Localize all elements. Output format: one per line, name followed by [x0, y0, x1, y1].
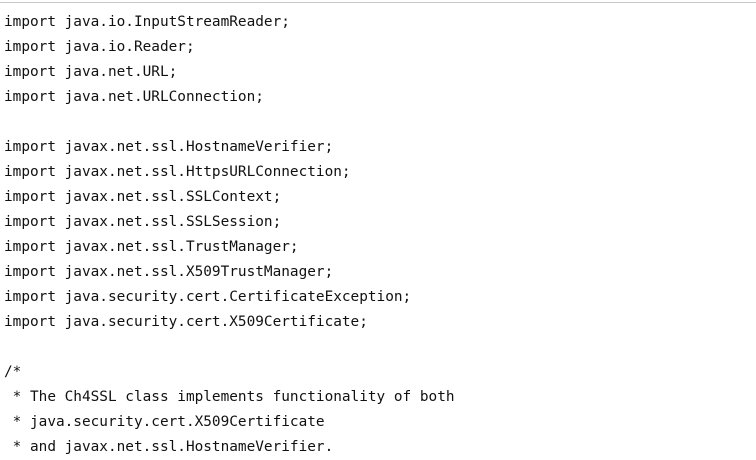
code-line: import java.io.Reader;	[4, 39, 195, 55]
code-line: * and javax.net.ssl.HostnameVerifier.	[4, 439, 334, 455]
code-line: * The Ch4SSL class implements functional…	[4, 389, 455, 405]
code-line: import javax.net.ssl.HttpsURLConnection;	[4, 164, 351, 180]
code-line: import java.net.URLConnection;	[4, 89, 264, 105]
code-line: import java.security.cert.CertificateExc…	[4, 289, 412, 305]
code-listing: import java.io.InputStreamReader; import …	[4, 10, 455, 460]
code-line: import java.security.cert.X509Certificat…	[4, 314, 368, 330]
top-divider	[0, 2, 756, 3]
code-line: * java.security.cert.X509Certificate	[4, 414, 325, 430]
code-line: import javax.net.ssl.SSLContext;	[4, 189, 282, 205]
code-line: import javax.net.ssl.TrustManager;	[4, 239, 299, 255]
code-line: import javax.net.ssl.SSLSession;	[4, 214, 282, 230]
code-line: import javax.net.ssl.X509TrustManager;	[4, 264, 334, 280]
code-line: /*	[4, 364, 22, 380]
code-line: import java.net.URL;	[4, 64, 178, 80]
code-line: import javax.net.ssl.HostnameVerifier;	[4, 139, 334, 155]
code-line: import java.io.InputStreamReader;	[4, 14, 290, 30]
